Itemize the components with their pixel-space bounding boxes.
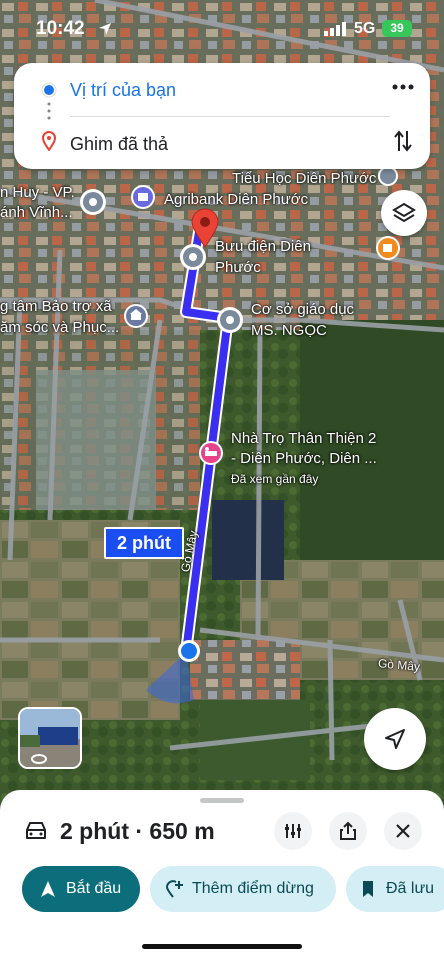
map-label: Bưu điện Diên (215, 238, 311, 255)
location-pin-icon (42, 131, 56, 151)
sheet-grabber[interactable] (200, 798, 244, 803)
hotel-icon[interactable] (199, 441, 223, 465)
rotate-360-icon (31, 754, 47, 764)
route-card: Vị trí của bạn Ghim đã thả (14, 63, 430, 169)
location-arrow-icon (99, 23, 111, 35)
layers-icon (392, 202, 416, 223)
home-indicator (142, 944, 302, 949)
recenter-button[interactable] (364, 708, 426, 770)
close-icon (396, 824, 410, 838)
close-button[interactable] (384, 812, 422, 850)
bookmark-icon (363, 881, 373, 897)
destination-text: Ghim đã thả (70, 134, 169, 154)
layers-button[interactable] (381, 190, 427, 236)
school-icon[interactable] (378, 166, 398, 186)
government-icon[interactable] (124, 304, 148, 328)
map-label: Nhà Trọ Thân Thiện 2 (231, 430, 377, 447)
road-label: Gò Mây (377, 656, 421, 674)
map-label: ăm sóc và Phục... (0, 319, 120, 336)
school-pin-icon[interactable] (217, 307, 243, 333)
navigation-arrow-icon (41, 881, 55, 897)
tune-icon (285, 824, 301, 838)
status-bar: 10:42 5G 39 (0, 0, 444, 56)
more-options-icon[interactable] (392, 83, 414, 91)
status-time: 10:42 (36, 18, 85, 39)
map-label: MS. NGỌC (251, 322, 327, 339)
route-summary: 2 phút · 650 m (60, 818, 215, 844)
network-type: 5G (354, 20, 376, 37)
cafe-icon[interactable] (376, 236, 400, 260)
add-stop-button[interactable]: Thêm điểm dừng (150, 866, 336, 912)
saved-button[interactable]: Đã lưu (346, 866, 444, 912)
map-label: - Diên Phước, Diên ... (231, 450, 377, 467)
post-office-pin-icon[interactable] (180, 244, 206, 270)
share-icon (340, 821, 356, 840)
origin-text: Vị trí của bạn (70, 80, 177, 100)
start-label: Bắt đầu (66, 880, 122, 897)
car-icon (26, 822, 46, 839)
origin-dot-icon (41, 82, 57, 98)
route-duration-label: 2 phút (104, 527, 184, 559)
map-label: n Huy - VP. (0, 184, 75, 201)
saved-label: Đã lưu (386, 880, 435, 897)
add-stop-label: Thêm điểm dừng (192, 880, 314, 897)
add-location-icon (165, 880, 183, 898)
battery-level: 39 (382, 20, 412, 37)
map-label: g tâm Bảo trợ xã (0, 298, 112, 315)
route-options-button[interactable] (274, 812, 312, 850)
poi-pin-icon[interactable] (80, 189, 106, 215)
map-label: Cơ sở giáo dục (251, 301, 355, 318)
swap-icon[interactable] (394, 129, 412, 153)
route-divider (70, 116, 390, 117)
map-label: Phước (215, 259, 261, 276)
navigation-arrow-icon (385, 729, 405, 749)
map-label: Tiểu Học Diên Phước (232, 170, 377, 187)
map-label: Agribank Diên Phước (164, 191, 309, 208)
destination-field[interactable]: Ghim đã thả (14, 119, 430, 169)
signal-icon (324, 22, 346, 36)
map-label: ánh Vĩnh... (0, 204, 73, 221)
map-label: Đã xem gần đây (231, 472, 319, 486)
start-navigation-button[interactable]: Bắt đầu (22, 866, 140, 912)
user-location-dot (181, 643, 197, 659)
share-button[interactable] (329, 812, 367, 850)
origin-field[interactable]: Vị trí của bạn (14, 65, 430, 115)
bank-icon[interactable] (131, 185, 155, 209)
street-view-thumbnail[interactable] (18, 707, 82, 769)
directions-sheet: 2 phút · 650 m Bắt đầu Thêm điểm dừng Đã… (0, 790, 444, 960)
